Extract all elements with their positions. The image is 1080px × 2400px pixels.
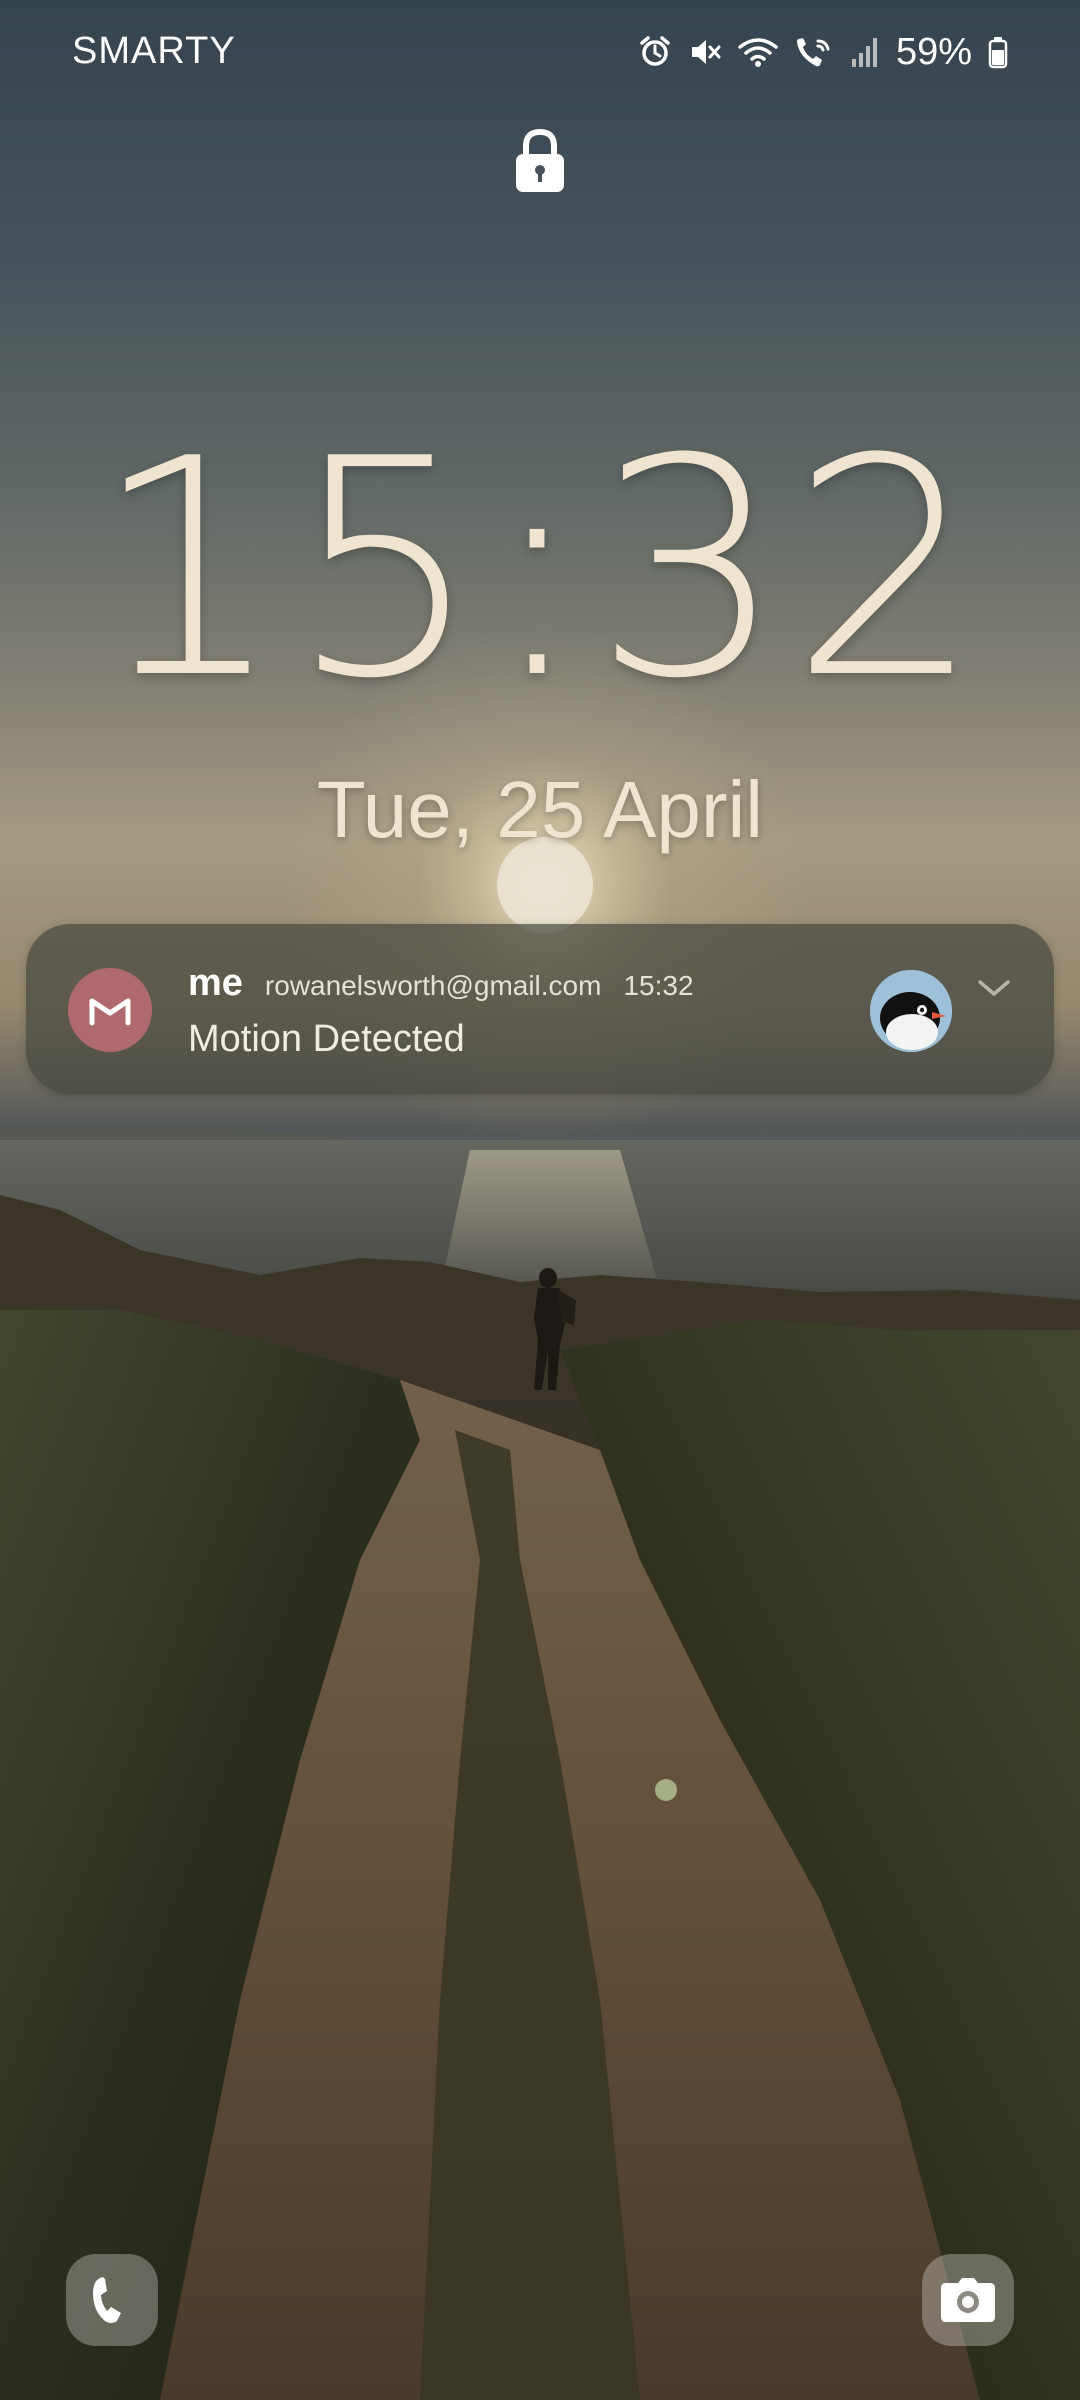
camera-shortcut-button[interactable] (922, 2254, 1014, 2346)
notification-sender: me (188, 962, 243, 1004)
gmail-icon (68, 968, 152, 1052)
battery-percentage: 59% (895, 30, 972, 73)
phone-shortcut-button[interactable] (66, 2254, 158, 2346)
lock-screen: SMARTY 59% 15:32 Tue, 25 April me rowane… (0, 0, 1080, 2400)
wallpaper (0, 0, 1080, 2400)
chevron-down-icon[interactable] (974, 974, 1014, 1004)
notification-header: me rowanelsworth@gmail.com 15:32 (188, 962, 694, 1005)
clock-time: 15:32 (92, 395, 988, 744)
carrier-name: SMARTY (72, 30, 236, 72)
notification-time: 15:32 (623, 970, 694, 1001)
status-icons: 59% (638, 28, 1008, 76)
status-bar: SMARTY 59% (0, 0, 1080, 110)
lock-icon[interactable] (514, 126, 566, 196)
notification-card[interactable]: me rowanelsworth@gmail.com 15:32 Motion … (26, 924, 1054, 1094)
clock-date: Tue, 25 April (316, 765, 764, 854)
penguin-avatar (870, 970, 952, 1052)
signal-icon (851, 38, 877, 67)
wifi-icon (738, 38, 778, 67)
phone-icon (93, 2277, 121, 2323)
alarm-icon (640, 36, 670, 66)
battery-icon (988, 37, 1008, 69)
wifi-calling-icon (796, 38, 830, 67)
notification-email: rowanelsworth@gmail.com (264, 970, 602, 1001)
camera-icon (941, 2278, 995, 2322)
mute-icon (691, 40, 721, 64)
notification-body: Motion Detected (188, 1018, 465, 1060)
